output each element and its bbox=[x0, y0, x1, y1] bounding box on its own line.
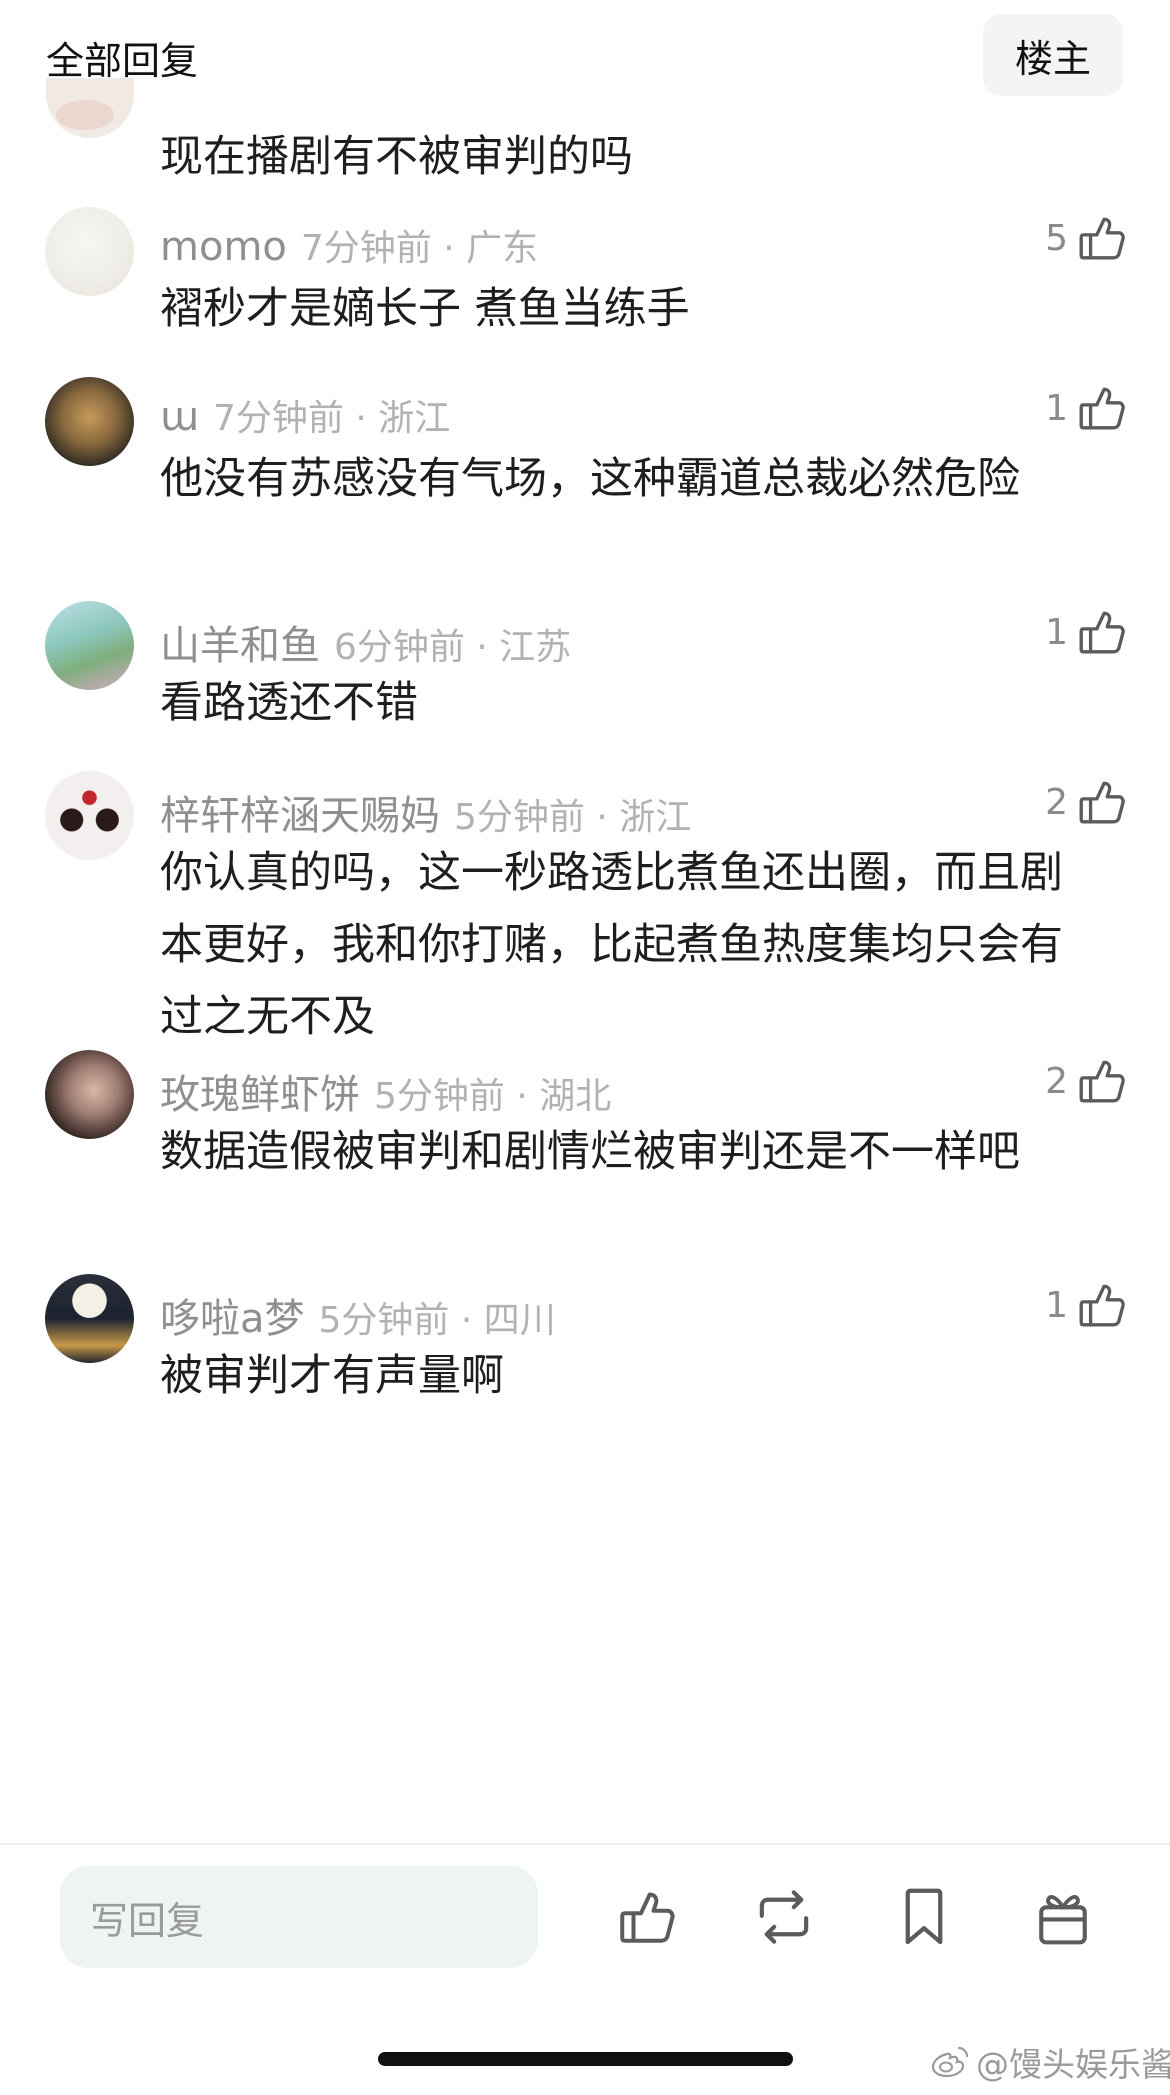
comment-time-location: 5分钟前 · 浙江 bbox=[454, 797, 692, 838]
username[interactable]: ɯ bbox=[160, 394, 199, 440]
avatar[interactable] bbox=[45, 601, 134, 690]
like-button[interactable]: 1 bbox=[1045, 601, 1126, 663]
comment-text: 你认真的吗，这一秒路透比煮鱼还出圈，而且剧本更好，我和你打赌，比起煮鱼热度集均只… bbox=[160, 848, 1063, 1042]
thumbs-up-icon bbox=[620, 1892, 675, 1943]
like-button[interactable]: 1 bbox=[1045, 1274, 1126, 1336]
header: 全部回复 楼主 bbox=[0, 0, 1170, 110]
thumbs-up-icon bbox=[1079, 611, 1125, 654]
page-title: 全部回复 bbox=[46, 39, 199, 83]
comment-text: 数据造假被审判和剧情烂被审判还是不一样吧 bbox=[160, 1127, 1020, 1177]
comment-time-location: 5分钟前 · 湖北 bbox=[374, 1076, 612, 1117]
comment-text: 褶秒才是嫡长子 煮鱼当练手 bbox=[160, 284, 690, 334]
like-count: 2 bbox=[1045, 781, 1068, 823]
repost-button[interactable] bbox=[752, 1883, 816, 1951]
bottom-bar-divider bbox=[0, 1843, 1170, 1845]
bookmark-button[interactable] bbox=[892, 1883, 956, 1951]
username[interactable]: momo bbox=[160, 224, 287, 270]
comment-text: 被审判才有声量啊 bbox=[160, 1351, 504, 1401]
comment-time-location: 5分钟前 · 四川 bbox=[318, 1300, 556, 1341]
repost-icon bbox=[759, 1890, 809, 1944]
thumbs-up-icon bbox=[1079, 1284, 1125, 1327]
like-button[interactable]: 2 bbox=[1045, 771, 1126, 833]
like-count: 1 bbox=[1045, 387, 1068, 429]
like-button[interactable]: 1 bbox=[1045, 377, 1126, 439]
watermark: @馒头娱乐酱 bbox=[930, 2038, 1170, 2086]
op-only-button[interactable]: 楼主 bbox=[983, 14, 1123, 96]
avatar[interactable] bbox=[45, 377, 134, 466]
reply-input[interactable]: 写回复 bbox=[60, 1866, 538, 1968]
comment-time-location: 6分钟前 · 江苏 bbox=[334, 627, 572, 668]
comment-text: 现在播剧有不被审判的吗 bbox=[160, 132, 633, 182]
gift-icon bbox=[1039, 1895, 1087, 1945]
avatar[interactable] bbox=[45, 1274, 134, 1363]
watermark-text: @馒头娱乐酱 bbox=[976, 2045, 1170, 2084]
like-button[interactable]: 5 bbox=[1045, 207, 1126, 269]
like-button[interactable]: 2 bbox=[1045, 1050, 1126, 1112]
comment-text: 看路透还不错 bbox=[160, 678, 418, 728]
home-indicator[interactable] bbox=[378, 2052, 793, 2066]
like-count: 1 bbox=[1045, 1284, 1068, 1326]
reply-placeholder: 写回复 bbox=[90, 1898, 205, 1943]
bookmark-icon bbox=[905, 1888, 943, 1945]
comment-text: 他没有苏感没有气场，这种霸道总裁必然危险 bbox=[160, 454, 1020, 504]
thumbs-up-icon bbox=[1079, 1060, 1125, 1103]
like-post-button[interactable] bbox=[614, 1883, 678, 1951]
like-count: 2 bbox=[1045, 1060, 1068, 1102]
avatar[interactable] bbox=[45, 1050, 134, 1139]
username[interactable]: 玫瑰鲜虾饼 bbox=[160, 1062, 360, 1120]
avatar[interactable] bbox=[45, 771, 134, 860]
like-count: 5 bbox=[1045, 217, 1068, 259]
comment-time-location: 7分钟前 · 浙江 bbox=[212, 398, 451, 439]
gift-button[interactable] bbox=[1031, 1883, 1095, 1951]
comment-time-location: 7分钟前 · 广东 bbox=[300, 228, 539, 269]
username[interactable]: 哆啦a梦 bbox=[160, 1286, 305, 1344]
avatar[interactable] bbox=[45, 207, 134, 296]
avatar[interactable] bbox=[46, 78, 134, 138]
thumbs-up-icon bbox=[1079, 781, 1125, 824]
weibo-logo-icon bbox=[931, 2046, 969, 2078]
username[interactable]: 山羊和鱼 bbox=[160, 613, 320, 671]
thumbs-up-icon bbox=[1079, 387, 1125, 430]
like-count: 1 bbox=[1045, 611, 1068, 653]
thumbs-up-icon bbox=[1079, 217, 1125, 260]
username[interactable]: 梓轩梓涵天赐妈 bbox=[160, 783, 440, 841]
